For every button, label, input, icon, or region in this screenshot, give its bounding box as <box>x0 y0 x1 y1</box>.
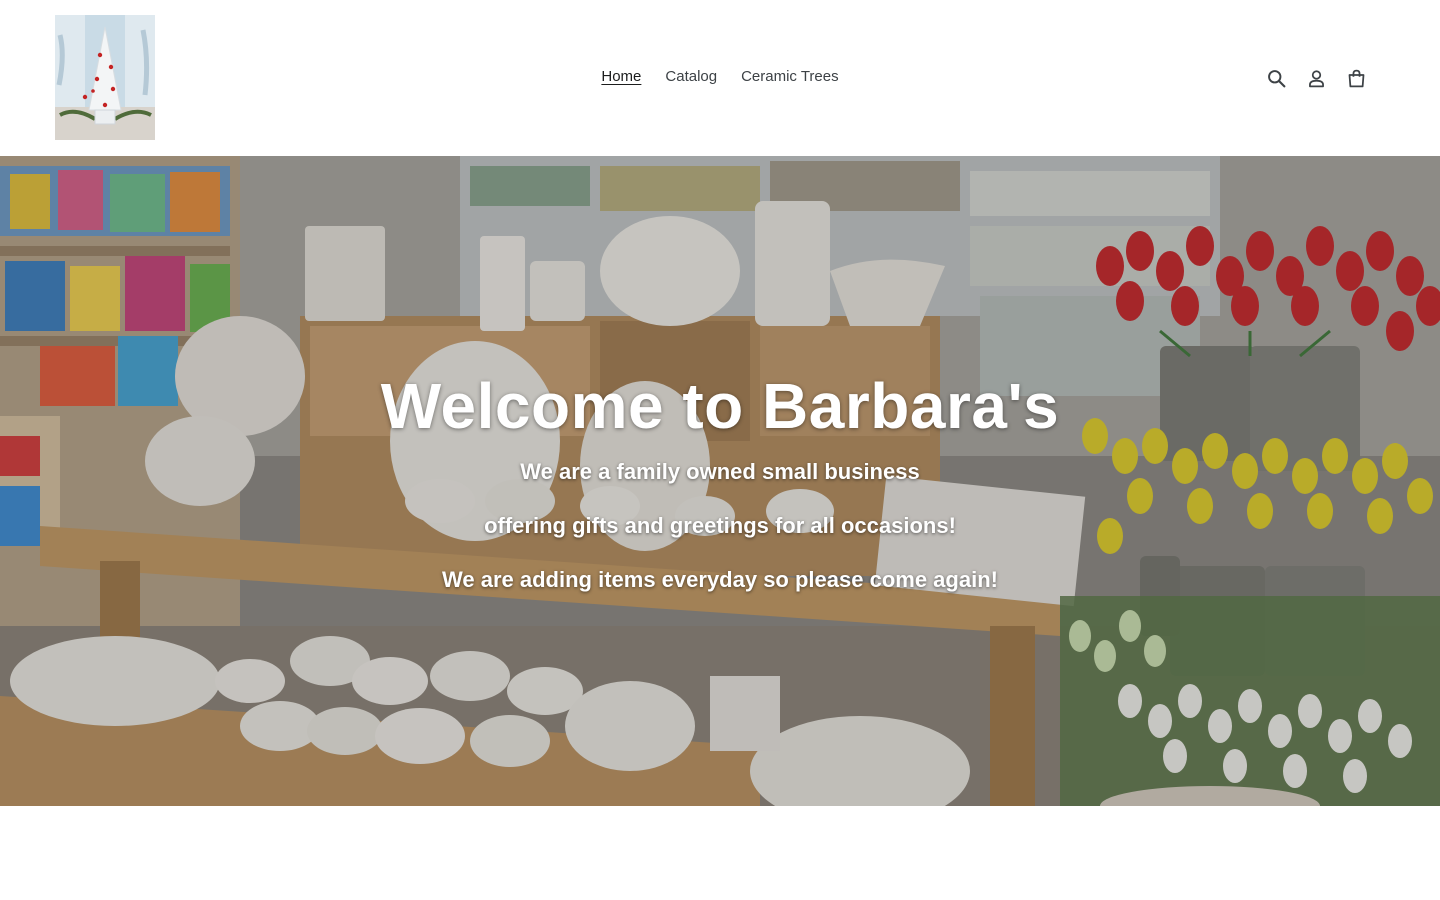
header-icons <box>1256 64 1376 92</box>
hero-text-line: We are adding items everyday so please c… <box>442 567 998 592</box>
search-button[interactable] <box>1256 64 1296 92</box>
cart-button[interactable] <box>1336 64 1376 92</box>
account-icon <box>1308 69 1324 87</box>
hero-text-line: We are a family owned small business <box>520 459 920 484</box>
account-button[interactable] <box>1296 64 1336 92</box>
nav-link-catalog[interactable]: Catalog <box>653 67 729 87</box>
hero-title: Welcome to Barbara's <box>380 370 1060 442</box>
nav-link-ceramic-trees[interactable]: Ceramic Trees <box>729 67 851 87</box>
nav-link-home[interactable]: Home <box>589 67 653 87</box>
main-nav: Home Catalog Ceramic Trees <box>0 67 1440 87</box>
hero-banner: Welcome to Barbara's We are a family own… <box>0 156 1440 806</box>
site-header: Home Catalog Ceramic Trees <box>0 0 1440 156</box>
hero-content: Welcome to Barbara's We are a family own… <box>0 370 1440 594</box>
search-icon <box>1267 69 1285 87</box>
hero-text-line: offering gifts and greetings for all occ… <box>484 513 956 538</box>
cart-icon <box>1348 69 1364 87</box>
